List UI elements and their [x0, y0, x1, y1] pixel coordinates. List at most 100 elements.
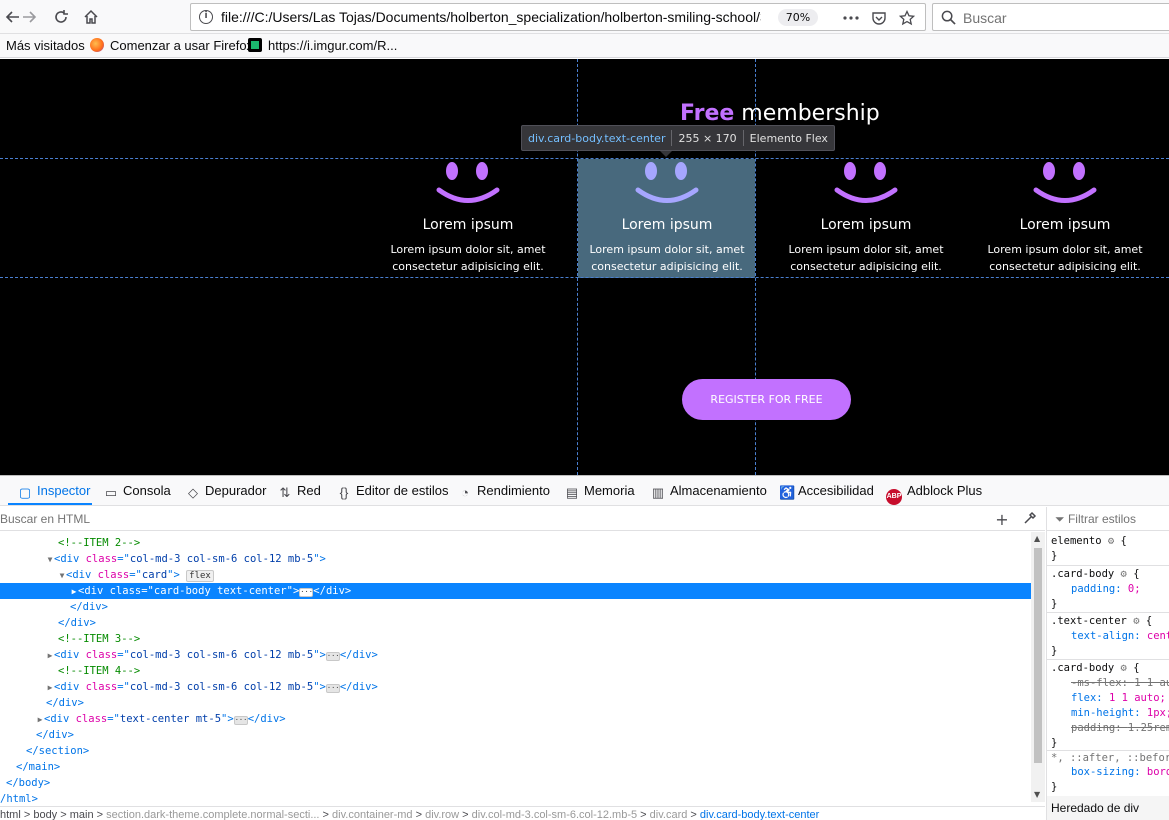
breadcrumb-item[interactable]: div.col-md-3.col-sm-6.col-12.mb-5 — [472, 809, 637, 820]
markup-line[interactable]: </div> — [0, 695, 1031, 711]
scroll-down-icon[interactable]: ▼ — [1034, 790, 1040, 799]
html-search-input[interactable]: Buscar en HTML — [0, 512, 90, 526]
register-button[interactable]: REGISTER FOR FREE — [682, 379, 851, 420]
markup-line[interactable]: </body> — [0, 775, 1031, 791]
title-rest: membership — [734, 101, 880, 126]
zoom-level-badge[interactable]: 70% — [778, 9, 818, 26]
add-node-icon[interactable]: + — [992, 510, 1012, 530]
expanded-twisty-icon[interactable]: ▼ — [58, 568, 66, 584]
markup-scrollbar[interactable]: ▲ ▼ — [1031, 532, 1045, 802]
ellipsis-icon[interactable]: ··· — [299, 588, 314, 597]
home-icon[interactable] — [78, 4, 104, 30]
reload-icon[interactable] — [48, 4, 74, 30]
markup-line[interactable]: </div> — [0, 615, 1031, 631]
css-property[interactable]: min-height — [1071, 707, 1134, 719]
breadcrumb-item[interactable]: div.container-md — [332, 809, 413, 820]
breadcrumb-item[interactable]: section.dark-theme.complete.normal-secti… — [106, 809, 319, 820]
css-value[interactable]: center; — [1147, 630, 1169, 642]
tab-debugger[interactable]: ◇ Depurador — [186, 483, 266, 500]
tab-inspector[interactable]: ▢ Inspector — [18, 483, 91, 500]
network-icon: ⇅ — [279, 485, 291, 500]
pocket-icon[interactable] — [869, 8, 889, 28]
rule-selector: elemento — [1051, 535, 1102, 547]
attr-value: text-center mt-5 — [119, 713, 222, 725]
css-property[interactable]: box-sizing — [1071, 766, 1134, 778]
css-value[interactable]: 1 1 auto; — [1134, 677, 1169, 689]
breadcrumb-item-current[interactable]: div.card-body.text-center — [700, 809, 819, 820]
breadcrumb-item[interactable]: body — [33, 809, 57, 820]
tab-performance[interactable]: ◔ Rendimiento — [458, 483, 550, 500]
flex-badge[interactable]: flex — [186, 570, 214, 582]
markup-line[interactable]: </section> — [0, 743, 1031, 759]
css-property[interactable]: flex — [1071, 692, 1096, 704]
markup-line[interactable]: <!--ITEM 2--> — [0, 535, 1031, 551]
markup-line[interactable]: </div> — [0, 727, 1031, 743]
css-rule[interactable]: .text-center ⚙ { text-align: center;} — [1047, 614, 1169, 660]
collapsed-twisty-icon[interactable]: ▶ — [46, 680, 54, 696]
tab-adblock-plus[interactable]: ABP Adblock Plus — [886, 483, 982, 505]
markup-line-selected[interactable]: ▶ <div class="card-body text-center">···<… — [0, 583, 1031, 599]
css-value[interactable]: 1 1 auto; — [1109, 692, 1166, 704]
gear-icon[interactable]: ⚙ — [1133, 615, 1139, 627]
tab-network[interactable]: ⇅ Red — [278, 483, 321, 500]
forward-icon[interactable] — [16, 4, 42, 30]
css-value[interactable]: 1px; — [1147, 707, 1169, 719]
gear-icon[interactable]: ⚙ — [1121, 568, 1127, 580]
ellipsis-icon[interactable]: ··· — [325, 684, 340, 693]
url-text[interactable]: file:///C:/Users/Las Tojas/Documents/hol… — [221, 9, 761, 25]
bookmark-getting-started[interactable]: Comenzar a usar Firefox — [90, 38, 253, 53]
css-value[interactable]: border-box; — [1147, 766, 1169, 778]
css-property[interactable]: padding — [1071, 722, 1115, 734]
breadcrumb-item[interactable]: div.card — [650, 809, 688, 820]
breadcrumb-item[interactable]: div.row — [425, 809, 459, 820]
css-value[interactable]: 1.25rem; — [1128, 722, 1169, 734]
tab-console[interactable]: ▭ Consola — [104, 483, 171, 500]
gear-icon[interactable]: ⚙ — [1108, 535, 1114, 547]
search-bar[interactable]: Buscar — [932, 3, 1169, 31]
markup-line[interactable]: ▼ <div class="col-md-3 col-sm-6 col-12 mb… — [0, 551, 1031, 567]
info-icon[interactable]: i — [199, 10, 213, 24]
filter-placeholder: Filtrar estilos — [1067, 512, 1136, 526]
tab-style-editor[interactable]: {} Editor de estilos — [337, 483, 449, 500]
collapsed-twisty-icon[interactable]: ▶ — [36, 712, 44, 728]
css-rule[interactable]: elemento ⚙ {} — [1047, 534, 1169, 566]
ellipsis-icon[interactable]: ··· — [325, 652, 340, 661]
tab-storage[interactable]: ▥ Almacenamiento — [651, 483, 767, 500]
css-property[interactable]: text-align — [1071, 630, 1134, 642]
page-actions-icon[interactable] — [841, 8, 861, 28]
markup-line[interactable]: </main> — [0, 759, 1031, 775]
css-property[interactable]: padding — [1071, 583, 1115, 595]
markup-line[interactable]: ▶ <div class="col-md-3 col-sm-6 col-12 mb… — [0, 647, 1031, 663]
collapsed-twisty-icon[interactable]: ▶ — [70, 584, 78, 600]
search-placeholder[interactable]: Buscar — [963, 10, 1007, 26]
bookmark-most-visited[interactable]: Más visitados — [6, 38, 85, 53]
css-value[interactable]: 0; — [1128, 583, 1141, 595]
markup-line[interactable]: <!--ITEM 4--> — [0, 663, 1031, 679]
tab-memory[interactable]: ▤ Memoria — [565, 483, 635, 500]
css-rule[interactable]: .card-body ⚙ { padding: 0;} — [1047, 567, 1169, 613]
markup-line[interactable]: ▼ <div class="card"> flex — [0, 567, 1031, 583]
breadcrumb-item[interactable]: html — [0, 809, 21, 820]
markup-line[interactable]: </div> — [0, 599, 1031, 615]
expanded-twisty-icon[interactable]: ▼ — [46, 552, 54, 568]
markup-line[interactable]: ▶ <div class="text-center mt-5">···</div> — [0, 711, 1031, 727]
markup-line[interactable]: ▶ <div class="col-md-3 col-sm-6 col-12 mb… — [0, 679, 1031, 695]
bookmark-imgur[interactable]: https://i.imgur.com/R... — [248, 38, 397, 53]
section-title: Free membership — [680, 101, 880, 126]
css-rule[interactable]: .card-body ⚙ { -ms-flex: 1 1 auto; flex:… — [1047, 661, 1169, 751]
bookmark-star-icon[interactable] — [897, 8, 917, 28]
markup-line[interactable]: <!--ITEM 3--> — [0, 631, 1031, 647]
eyedropper-icon[interactable] — [1020, 510, 1040, 530]
ellipsis-icon[interactable]: ··· — [233, 716, 248, 725]
filter-styles-input[interactable]: ⏷ Filtrar estilos — [1047, 507, 1169, 531]
markup-line[interactable]: /html> — [0, 791, 1031, 807]
css-property[interactable]: -ms-flex — [1071, 677, 1122, 689]
scroll-up-icon[interactable]: ▲ — [1034, 534, 1040, 543]
breadcrumb-item[interactable]: main — [70, 809, 94, 820]
tab-accessibility[interactable]: ♿ Accesibilidad — [779, 483, 874, 500]
gear-icon[interactable]: ⚙ — [1121, 662, 1127, 674]
collapsed-twisty-icon[interactable]: ▶ — [46, 648, 54, 664]
url-bar[interactable]: i file:///C:/Users/Las Tojas/Documents/h… — [190, 3, 926, 31]
scroll-thumb[interactable] — [1034, 548, 1042, 763]
css-rule-body[interactable]: box-sizing: border-box;} — [1047, 765, 1169, 795]
